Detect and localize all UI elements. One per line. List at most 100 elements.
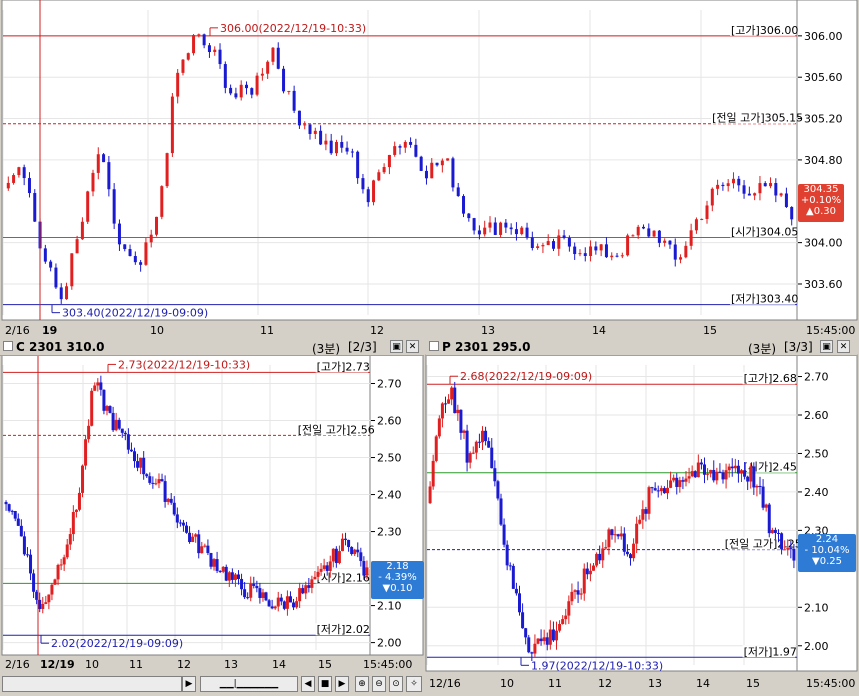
candle-body (681, 480, 685, 482)
candle-body (548, 629, 552, 645)
candle-body (444, 403, 447, 405)
candle-body (233, 574, 237, 580)
candle-body (398, 146, 402, 148)
candle-body (589, 246, 593, 256)
play-icon[interactable]: ▶ (335, 676, 349, 692)
candle-body (128, 249, 132, 257)
candle-body (490, 447, 494, 469)
candle-body (213, 49, 217, 53)
put-change: - 10.04% (804, 545, 850, 556)
candle-body (730, 466, 734, 469)
put-interval[interactable]: (3분) (748, 340, 776, 357)
candle-body (91, 172, 95, 192)
candle-body (90, 390, 94, 426)
put-checkbox[interactable] (429, 341, 439, 351)
candle-body (224, 566, 228, 581)
candle-body (721, 184, 725, 187)
candle-body (86, 191, 90, 222)
candle-body (573, 590, 577, 592)
candle-body (462, 430, 466, 433)
candle-body (209, 553, 213, 567)
candle-body (334, 141, 338, 154)
candle-body (625, 551, 629, 555)
candle-body (592, 565, 595, 571)
candle-body (313, 576, 317, 580)
candle-body (191, 536, 195, 543)
call-checkbox[interactable] (3, 341, 13, 351)
candle-body (117, 223, 121, 245)
candle-body (758, 183, 762, 194)
candle-body (525, 227, 529, 238)
range-slider[interactable]: ▁▁|▁▁▁▁▁▁ (200, 676, 298, 692)
settings-icon[interactable]: ✧ (406, 676, 422, 692)
y-tick-label: 2.70 (804, 371, 829, 384)
candle-body (261, 592, 265, 598)
candle-body (784, 193, 788, 208)
candle-body (33, 193, 37, 222)
candle-body (668, 240, 672, 245)
restore-icon[interactable]: ▣ (390, 340, 403, 353)
candle-body (16, 518, 20, 526)
candle-body (635, 523, 639, 544)
candle-body (303, 124, 307, 126)
x-tick-label: 15:45:00 (363, 658, 412, 671)
candle-body (710, 188, 714, 206)
candle-body (59, 287, 63, 300)
candle-body (249, 583, 253, 598)
candle-body (524, 628, 528, 638)
candle-body (310, 579, 314, 588)
call-page: [2/3] (348, 340, 377, 354)
candle-body (120, 428, 124, 433)
call-price: 2.18 (386, 561, 409, 572)
candle-body (481, 430, 484, 443)
y-tick-label: 2.40 (804, 486, 829, 499)
candle-body (282, 68, 286, 92)
candle-body (721, 472, 725, 480)
level-label-high: [고가]306.00 (731, 24, 798, 37)
candle-body (7, 504, 11, 511)
candle-body (403, 141, 407, 148)
candle-body (666, 487, 669, 494)
x-tick-label: 15:45:00 (806, 324, 855, 337)
candle-body (365, 567, 369, 576)
candle-body (447, 399, 451, 404)
horizontal-scrollbar[interactable] (2, 676, 182, 692)
x-tick-label: 13 (648, 677, 662, 690)
candle-body (557, 235, 561, 249)
candle-body (246, 597, 250, 599)
zoom-fit-icon[interactable]: ⊙ (389, 676, 403, 692)
candle-body (505, 544, 509, 566)
candle-body (144, 242, 148, 265)
candle-body (68, 534, 72, 545)
close-icon[interactable]: ✕ (837, 340, 850, 353)
candle-body (316, 571, 320, 577)
candle-body (298, 588, 302, 602)
candle-body (200, 546, 204, 554)
step-back-icon[interactable]: ◀ (301, 676, 315, 692)
candle-body (737, 178, 741, 186)
candle-body (157, 479, 161, 484)
candle-body (362, 561, 366, 576)
restore-icon[interactable]: ▣ (820, 340, 833, 353)
candle-body (10, 510, 14, 512)
candle-body (53, 579, 57, 585)
call-interval[interactable]: (3분) (312, 340, 340, 357)
candle-body (308, 124, 312, 134)
x-tick-label: 2/16 (5, 658, 30, 671)
candle-body (599, 244, 603, 251)
candle-body (536, 638, 540, 644)
candle-body (49, 261, 53, 268)
y-tick-label: 2.10 (377, 600, 402, 613)
stop-icon[interactable]: ■ (318, 676, 332, 692)
candle-body (749, 466, 753, 482)
candle-body (613, 534, 617, 536)
close-icon[interactable]: ✕ (406, 340, 419, 353)
candle-body (727, 466, 731, 471)
candle-body (687, 476, 691, 479)
scroll-right-icon[interactable]: ▶ (182, 676, 196, 692)
zoom-in-icon[interactable]: ⊕ (355, 676, 369, 692)
zoom-out-icon[interactable]: ⊖ (372, 676, 386, 692)
x-tick-label: 15:45:00 (806, 677, 855, 690)
candle-body (112, 189, 116, 224)
candle-body (264, 592, 268, 601)
